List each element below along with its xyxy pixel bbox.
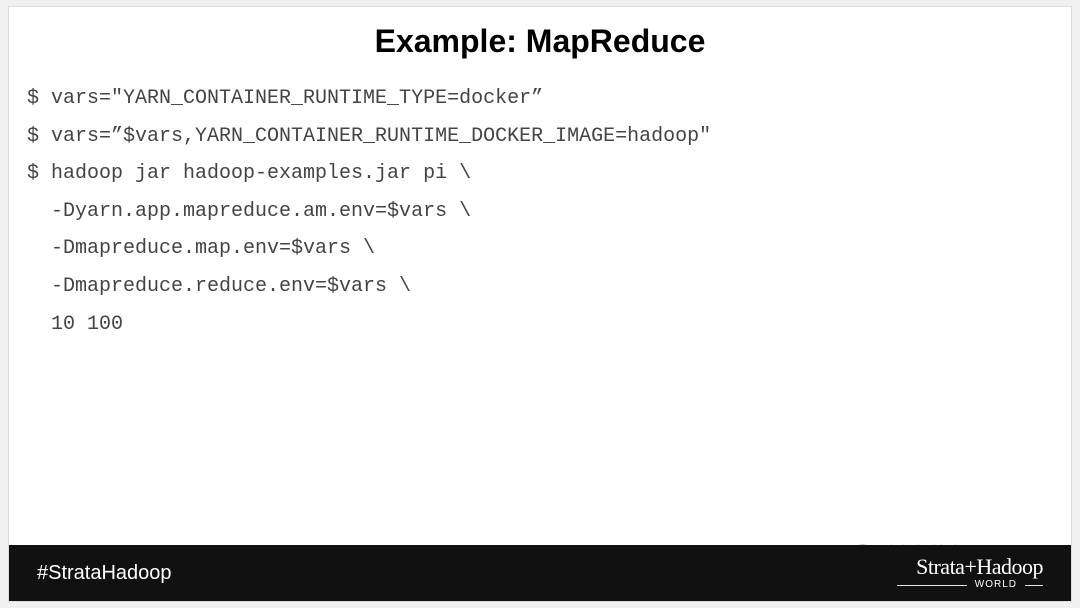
- logo-sub: WORLD: [975, 580, 1017, 590]
- footer: #StrataHadoop Strata+Hadoop WORLD: [9, 545, 1071, 601]
- code-line-4: -Dyarn.app.mapreduce.am.env=$vars \: [27, 193, 1053, 231]
- code-line-1: $ vars="YARN_CONTAINER_RUNTIME_TYPE=dock…: [27, 80, 1053, 118]
- logo-line-right: [1025, 585, 1043, 586]
- footer-logo-area: Strata+Hadoop WORLD: [897, 556, 1043, 590]
- code-line-6: -Dmapreduce.reduce.env=$vars \: [27, 268, 1053, 306]
- code-block: $ vars="YARN_CONTAINER_RUNTIME_TYPE=dock…: [9, 72, 1071, 351]
- logo-main: Strata+Hadoop: [916, 556, 1043, 578]
- code-line-2: $ vars=”$vars,YARN_CONTAINER_RUNTIME_DOC…: [27, 118, 1053, 156]
- footer-hashtag: #StrataHadoop: [37, 562, 172, 585]
- slide: Example: MapReduce $ vars="YARN_CONTAINE…: [8, 6, 1072, 602]
- code-line-3: $ hadoop jar hadoop-examples.jar pi \: [27, 155, 1053, 193]
- slide-title: Example: MapReduce: [9, 7, 1071, 72]
- logo-sub-row: WORLD: [897, 580, 1043, 590]
- code-line-5: -Dmapreduce.map.env=$vars \: [27, 230, 1053, 268]
- logo-line-left: [897, 585, 967, 586]
- code-line-7: 10 100: [27, 306, 1053, 344]
- strata-hadoop-logo: Strata+Hadoop WORLD: [897, 556, 1043, 590]
